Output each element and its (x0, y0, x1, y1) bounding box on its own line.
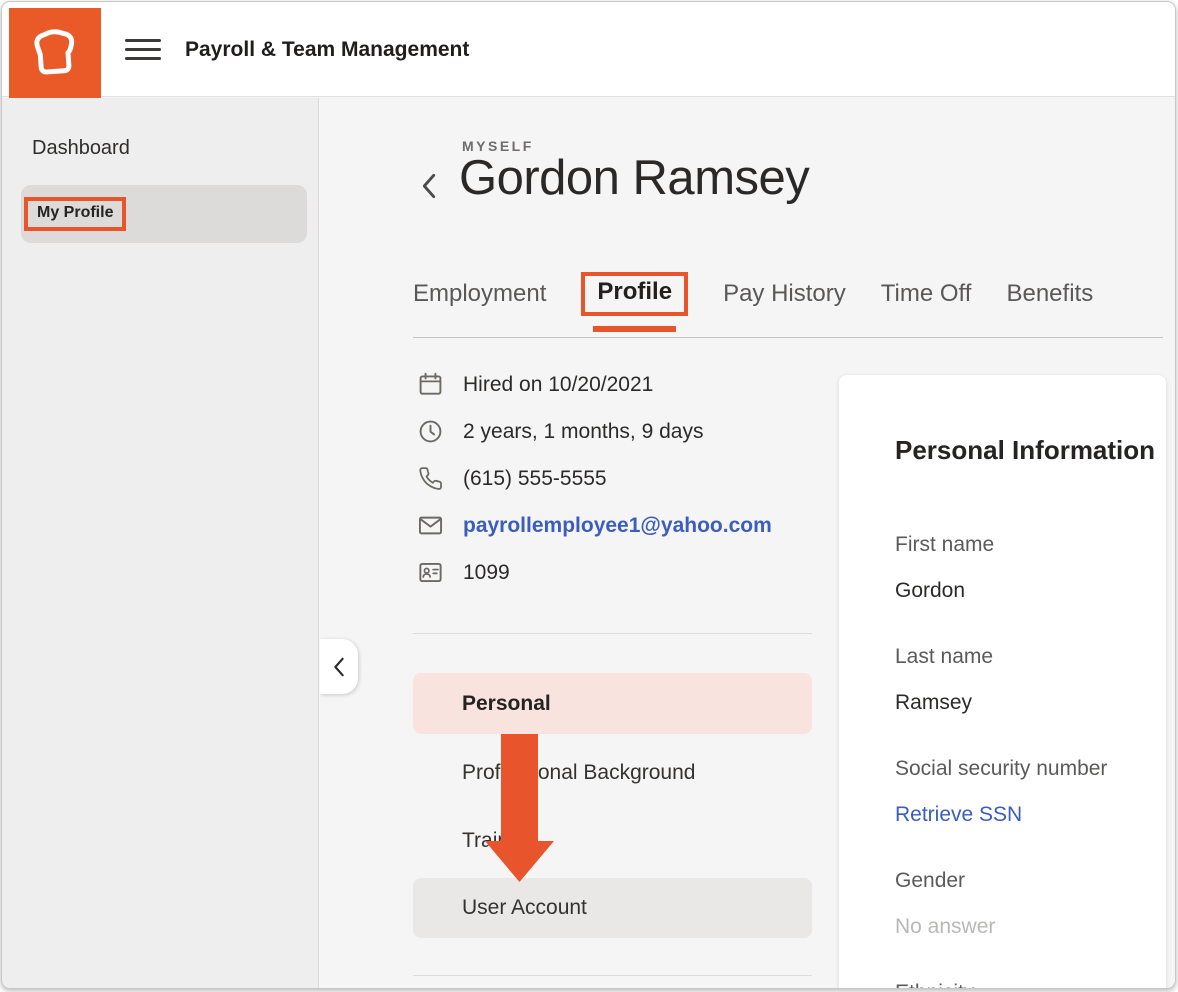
tab-employment[interactable]: Employment (413, 280, 546, 308)
back-button[interactable] (416, 172, 442, 202)
id-card-icon (417, 559, 444, 586)
section-nav-personal[interactable]: Personal (413, 673, 812, 734)
app-window: Payroll & Team Management Dashboard My P… (1, 1, 1176, 989)
calendar-icon (417, 371, 444, 398)
field-label: Gender (895, 868, 1166, 894)
chevron-left-icon (332, 657, 346, 677)
app-title: Payroll & Team Management (185, 38, 469, 62)
card-title: Personal Information (895, 435, 1166, 466)
section-nav-professional-background[interactable]: Professional Background (413, 742, 812, 803)
field-value: Ramsey (895, 690, 1166, 716)
divider (413, 633, 812, 634)
section-nav-user-account-label: User Account (462, 896, 587, 920)
field-label: Ethnicity (895, 980, 1166, 988)
hire-date-text: Hired on 10/20/2021 (463, 373, 653, 397)
field-label: Social security number (895, 756, 1166, 782)
tab-pay-history[interactable]: Pay History (723, 280, 846, 308)
my-profile-annotation-box: My Profile (24, 197, 126, 231)
field-label: First name (895, 532, 1166, 558)
phone-icon (417, 465, 444, 492)
list-item-phone: (615) 555-5555 (417, 464, 772, 493)
tab-profile[interactable]: Profile (597, 278, 672, 305)
field-ssn: Social security number Retrieve SSN (895, 756, 1166, 828)
employee-summary-list: Hired on 10/20/2021 2 years, 1 months, 9… (417, 370, 772, 587)
phone-text: (615) 555-5555 (463, 467, 607, 491)
email-link[interactable]: payrollemployee1@yahoo.com (463, 514, 772, 538)
menu-icon[interactable] (125, 39, 161, 62)
employee-type-text: 1099 (463, 561, 510, 585)
tab-bar: Employment Profile Pay History Time Off … (413, 268, 1163, 338)
field-value: No answer (895, 914, 1166, 940)
sidebar-collapse-button[interactable] (320, 639, 358, 694)
field-value: Gordon (895, 578, 1166, 604)
chevron-left-icon (420, 173, 438, 199)
field-gender: Gender No answer (895, 868, 1166, 940)
list-item-employee-type: 1099 (417, 558, 772, 587)
field-last-name: Last name Ramsey (895, 644, 1166, 716)
section-nav-professional-background-label: Professional Background (462, 761, 695, 785)
list-item-email: payrollemployee1@yahoo.com (417, 511, 772, 540)
list-item-tenure: 2 years, 1 months, 9 days (417, 417, 772, 446)
retrieve-ssn-link[interactable]: Retrieve SSN (895, 802, 1166, 828)
sidebar-item-dashboard[interactable]: Dashboard (32, 137, 130, 160)
sidebar-item-my-profile[interactable]: My Profile (21, 185, 307, 243)
section-nav-training[interactable]: Training (413, 810, 812, 871)
field-ethnicity-partial: Ethnicity (895, 980, 1166, 988)
section-nav-training-label: Training (462, 829, 537, 853)
clock-icon (417, 418, 444, 445)
field-label: Last name (895, 644, 1166, 670)
card-fields: First name Gordon Last name Ramsey Socia… (895, 532, 1166, 988)
section-nav-personal-label: Personal (462, 692, 551, 716)
personal-information-card: Personal Information First name Gordon L… (839, 375, 1166, 988)
field-first-name: First name Gordon (895, 532, 1166, 604)
tenure-text: 2 years, 1 months, 9 days (463, 420, 703, 444)
envelope-icon (417, 512, 444, 539)
list-item-hire-date: Hired on 10/20/2021 (417, 370, 772, 399)
section-nav-user-account[interactable]: User Account (413, 878, 812, 938)
tab-benefits[interactable]: Benefits (1006, 280, 1093, 308)
main-content: MYSELF Gordon Ramsey Employment Profile … (320, 98, 1175, 988)
profile-tab-annotation-box: Profile (581, 272, 688, 316)
top-bar: Payroll & Team Management (2, 2, 1175, 97)
toast-bread-icon (29, 27, 81, 79)
toast-logo[interactable] (9, 8, 101, 98)
divider (413, 975, 812, 976)
sidebar: Dashboard My Profile (2, 98, 319, 988)
page-title: Gordon Ramsey (459, 150, 809, 206)
tab-time-off[interactable]: Time Off (881, 280, 972, 308)
